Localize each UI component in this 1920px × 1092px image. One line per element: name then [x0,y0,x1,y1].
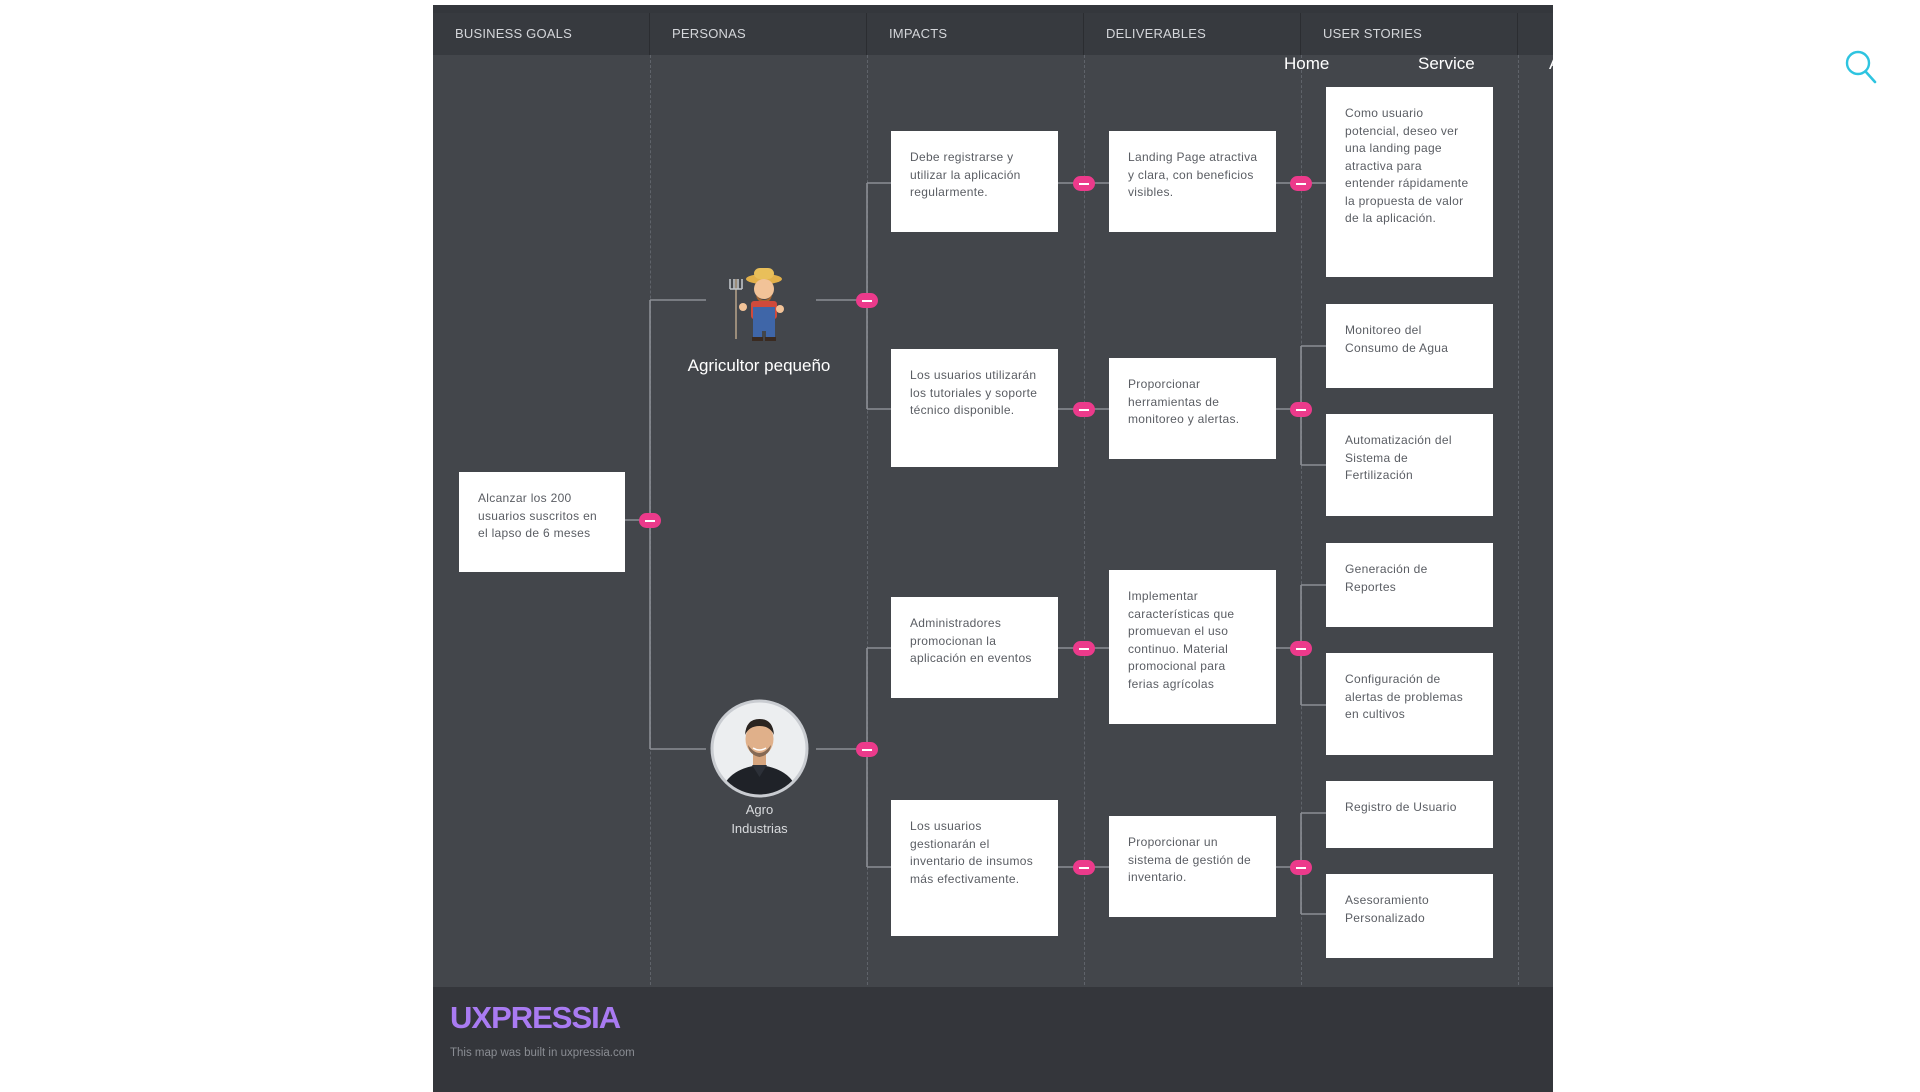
persona-name-agro-line2: Industrias [731,821,788,836]
user-story-card[interactable]: Como usuario potencial, deseo ver una la… [1326,87,1493,277]
collapse-toggle[interactable] [1073,860,1095,875]
nav-link-service[interactable]: Service [1418,54,1475,74]
deliverable-card[interactable]: Proporcionar un sistema de gestión de in… [1109,816,1276,917]
deliverable-card[interactable]: Proporcionar herramientas de monitoreo y… [1109,358,1276,459]
collapse-toggle[interactable] [1073,641,1095,656]
user-story-card[interactable]: Registro de Usuario [1326,781,1493,848]
persona-name-farmer[interactable]: Agricultor pequeño [659,356,859,376]
impact-card[interactable]: Administradores promocionan la aplicació… [891,597,1058,698]
collapse-toggle[interactable] [856,742,878,757]
collapse-toggle[interactable] [1073,176,1095,191]
nav-link-truncated[interactable]: A [1549,54,1553,74]
user-story-card[interactable]: Generación de Reportes [1326,543,1493,627]
user-story-card[interactable]: Asesoramiento Personalizado [1326,874,1493,958]
user-story-card[interactable]: Configuración de alertas de problemas en… [1326,653,1493,755]
collapse-toggle[interactable] [856,293,878,308]
collapse-toggle[interactable] [1290,402,1312,417]
impact-card[interactable]: Debe registrarse y utilizar la aplicació… [891,131,1058,232]
businessman-avatar[interactable] [710,699,809,798]
uxpressia-logo[interactable]: UXPRESSIA [450,1000,621,1036]
collapse-toggle[interactable] [1290,641,1312,656]
deliverable-card[interactable]: Landing Page atractiva y clara, con bene… [1109,131,1276,232]
impact-card[interactable]: Los usuarios utilizarán los tutoriales y… [891,349,1058,467]
collapse-toggle[interactable] [639,513,661,528]
collapse-toggle[interactable] [1290,860,1312,875]
user-story-card[interactable]: Automatización del Sistema de Fertilizac… [1326,414,1493,516]
persona-name-agro-line1: Agro [745,802,774,817]
nav-link-home[interactable]: Home [1284,54,1329,74]
impact-card[interactable]: Los usuarios gestionarán el inventario d… [891,800,1058,936]
deliverable-card[interactable]: Implementar características que promueva… [1109,570,1276,724]
persona-name-agro[interactable]: Agro Industrias [712,800,807,838]
search-icon[interactable] [1844,49,1878,85]
impact-map-board: BUSINESS GOALS PERSONAS IMPACTS DELIVERA… [433,5,1553,1092]
built-with-note: This map was built in uxpressia.com [450,1047,635,1059]
business-goal-card[interactable]: Alcanzar los 200 usuarios suscritos en e… [459,472,625,572]
farmer-avatar[interactable] [727,265,793,341]
user-story-card[interactable]: Monitoreo del Consumo de Agua [1326,304,1493,388]
board-footer: UXPRESSIA This map was built in uxpressi… [433,987,1553,1092]
collapse-toggle[interactable] [1073,402,1095,417]
collapse-toggle[interactable] [1290,176,1312,191]
